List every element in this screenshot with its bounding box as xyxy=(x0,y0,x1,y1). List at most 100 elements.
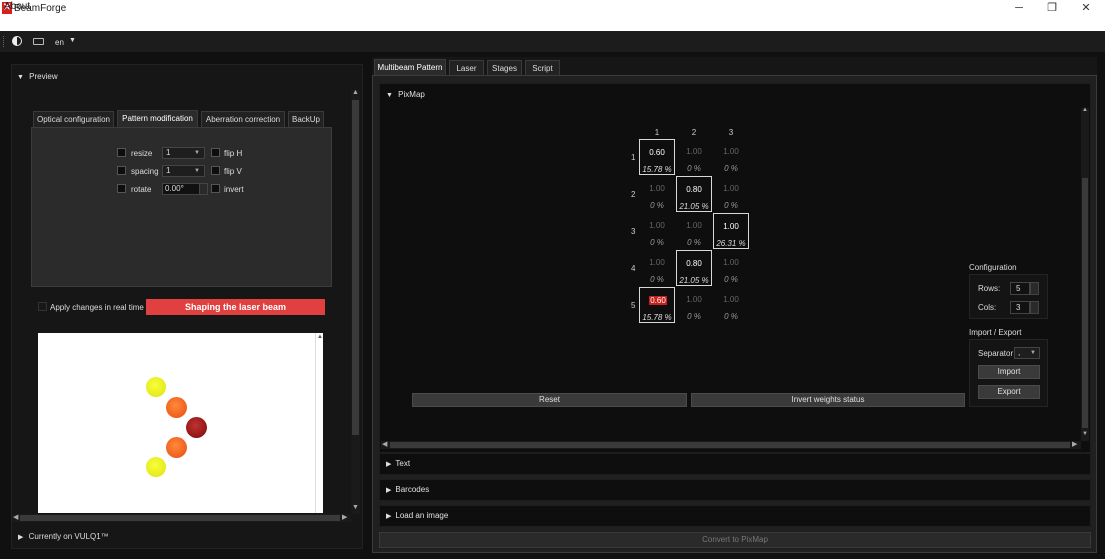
expand-arrow-icon: ▼ xyxy=(17,74,24,81)
cell-weight: 1.00 xyxy=(649,258,665,267)
scroll-left-icon[interactable]: ◀ xyxy=(13,513,18,521)
pixmap-cell[interactable]: 1.00 0 % xyxy=(639,213,675,249)
barcodes-section[interactable] xyxy=(379,479,1091,501)
row-header: 1 xyxy=(631,153,636,162)
resize-combo[interactable]: 1 ▼ xyxy=(162,147,205,159)
scrollbar-thumb[interactable] xyxy=(352,100,359,435)
rows-spin-arrows-icon[interactable] xyxy=(1030,282,1039,295)
scrollbar-thumb[interactable] xyxy=(1082,178,1088,428)
cell-weight: 1.00 xyxy=(686,295,702,304)
cell-percent: 0 % xyxy=(650,275,664,284)
scroll-up-icon[interactable]: ▲ xyxy=(1082,107,1088,113)
pixmap-cell[interactable]: 1.00 0 % xyxy=(676,139,712,175)
chevron-down-icon: ▼ xyxy=(194,168,200,174)
shaping-laser-beam-button[interactable]: Shaping the laser beam xyxy=(146,299,325,315)
status-footer[interactable]: ▶ Currently on VULQ1™ xyxy=(18,532,109,541)
pixmap-cell[interactable]: 1.00 0 % xyxy=(713,176,749,212)
restore-button[interactable]: ❐ xyxy=(1042,2,1062,15)
pixmap-cell[interactable]: 1.00 0 % xyxy=(713,139,749,175)
tab-backup[interactable]: BackUp xyxy=(288,111,324,128)
toolbar xyxy=(0,31,1105,52)
pixmap-cell[interactable]: 1.00 0 % xyxy=(676,287,712,323)
cell-percent: 21.05 % xyxy=(679,202,709,211)
pixmap-cell[interactable]: 1.00 0 % xyxy=(713,250,749,286)
contrast-icon[interactable] xyxy=(12,36,22,46)
flip-v-checkbox[interactable] xyxy=(211,166,220,175)
scroll-left-icon[interactable]: ◀ xyxy=(382,440,387,448)
beam-spot xyxy=(186,417,207,438)
cell-percent: 0 % xyxy=(724,201,738,210)
scroll-up-icon[interactable]: ▲ xyxy=(352,89,359,96)
pixmap-cell[interactable]: 0.60 15.78 % xyxy=(639,139,675,175)
beam-spot xyxy=(166,397,187,418)
close-button[interactable]: ✕ xyxy=(1076,2,1096,15)
load-image-section[interactable] xyxy=(379,505,1091,527)
load-image-section-header[interactable]: ▶ Load an image xyxy=(386,511,448,520)
keyboard-icon[interactable] xyxy=(33,38,44,45)
cell-weight: 1.00 xyxy=(723,222,739,231)
tab-optical-configuration[interactable]: Optical configuration xyxy=(33,111,114,128)
rows-spinbox[interactable]: 5 xyxy=(1010,282,1030,295)
text-section-header[interactable]: ▶ Text xyxy=(386,459,410,468)
separator-combo[interactable]: , ▼ xyxy=(1014,347,1040,359)
flip-h-label: flip H xyxy=(224,149,243,158)
beam-preview-canvas[interactable] xyxy=(38,333,315,513)
minimize-button[interactable]: ─ xyxy=(1009,2,1029,15)
tab-aberration-correction[interactable]: Aberration correction xyxy=(201,111,285,128)
flip-h-checkbox[interactable] xyxy=(211,148,220,157)
import-button[interactable]: Import xyxy=(978,365,1040,379)
pixmap-cell[interactable]: 1.00 0 % xyxy=(639,250,675,286)
barcodes-section-header[interactable]: ▶ Barcodes xyxy=(386,485,429,494)
invert-checkbox[interactable] xyxy=(211,184,220,193)
convert-to-pixmap-button[interactable]: Convert to PixMap xyxy=(379,532,1091,548)
column-header: 3 xyxy=(728,128,734,137)
collapse-arrow-icon: ▶ xyxy=(386,513,392,520)
pixmap-cell[interactable]: 1.00 0 % xyxy=(713,287,749,323)
chevron-down-icon: ▼ xyxy=(1030,350,1036,356)
pixmap-cell[interactable]: 1.00 0 % xyxy=(639,176,675,212)
cell-weight-editor[interactable]: 0.60 xyxy=(649,296,667,305)
resize-checkbox[interactable] xyxy=(117,148,126,157)
preview-section-header[interactable]: ▼ Preview xyxy=(17,72,58,81)
export-button[interactable]: Export xyxy=(978,385,1040,399)
pixmap-cell[interactable]: 0.80 21.05 % xyxy=(676,176,712,212)
scroll-down-icon[interactable]: ▼ xyxy=(352,504,359,511)
pixmap-section-header[interactable]: ▼ PixMap xyxy=(386,90,425,99)
rotate-checkbox[interactable] xyxy=(117,184,126,193)
cols-label: Cols: xyxy=(978,303,997,312)
scroll-up-icon[interactable]: ▲ xyxy=(317,334,323,340)
scroll-down-icon[interactable]: ▼ xyxy=(1082,431,1088,437)
chevron-down-icon[interactable]: ▼ xyxy=(69,37,76,44)
language-selector[interactable]: en xyxy=(55,38,64,47)
expand-arrow-icon: ▼ xyxy=(386,92,393,99)
spacing-combo[interactable]: 1 ▼ xyxy=(162,165,205,177)
preview-vertical-scrollbar[interactable] xyxy=(315,333,323,513)
row-header: 3 xyxy=(631,227,636,236)
tab-multibeam-pattern[interactable]: Multibeam Pattern xyxy=(374,59,446,76)
apply-realtime-label: Apply changes in real time xyxy=(50,303,144,312)
scroll-right-icon[interactable]: ▶ xyxy=(342,513,347,521)
invert-weights-button[interactable]: Invert weights status xyxy=(691,393,965,407)
apply-realtime-checkbox[interactable] xyxy=(38,302,47,311)
text-section[interactable] xyxy=(379,453,1091,475)
spacing-checkbox[interactable] xyxy=(117,166,126,175)
spacing-value: 1 xyxy=(166,166,171,175)
pixmap-cell[interactable]: 0.80 21.05 % xyxy=(676,250,712,286)
scrollbar-thumb[interactable] xyxy=(20,515,340,521)
pixmap-cell[interactable]: 0.60 15.78 % xyxy=(639,287,675,323)
pixmap-cell[interactable]: 1.00 26.31 % xyxy=(713,213,749,249)
pixmap-cell[interactable]: 1.00 0 % xyxy=(676,213,712,249)
tab-pattern-modification[interactable]: Pattern modification xyxy=(117,110,198,128)
cols-spin-arrows-icon[interactable] xyxy=(1030,301,1039,314)
configuration-title: Configuration xyxy=(969,263,1017,272)
cell-percent: 0 % xyxy=(650,201,664,210)
scrollbar-thumb[interactable] xyxy=(390,442,1070,448)
chevron-down-icon: ▼ xyxy=(194,150,200,156)
cols-spinbox[interactable]: 3 xyxy=(1010,301,1030,314)
rotate-spinbox[interactable]: 0.00° xyxy=(162,183,200,195)
rotate-spin-arrows-icon[interactable] xyxy=(199,183,208,195)
cell-percent: 0 % xyxy=(724,275,738,284)
reset-button[interactable]: Reset xyxy=(412,393,687,407)
menu-about[interactable]: About xyxy=(4,1,30,12)
scroll-right-icon[interactable]: ▶ xyxy=(1072,440,1077,448)
